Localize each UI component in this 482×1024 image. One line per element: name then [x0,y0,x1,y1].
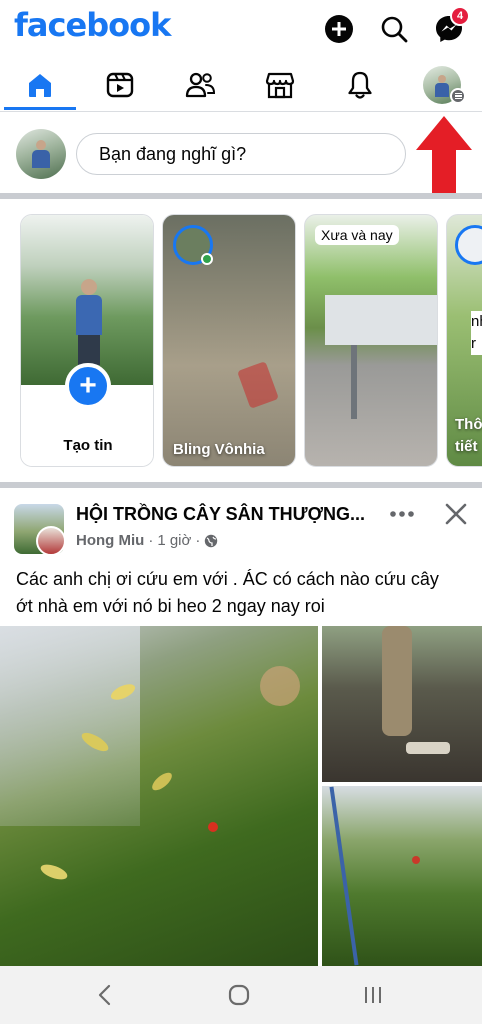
tab-home[interactable] [4,60,76,110]
post-text: Các anh chị ơi cứu em với . ÁC có cách n… [16,569,439,616]
tab-video[interactable] [84,60,156,110]
user-avatar[interactable] [16,129,66,179]
system-nav-bar [0,966,482,1024]
top-bar: facebook 4 [0,0,482,58]
tab-friends[interactable] [164,60,236,110]
section-divider [0,193,482,199]
post-meta: Hong Miu · 1 giờ · [76,532,218,549]
more-options-icon[interactable] [388,508,416,520]
friends-icon [185,72,216,98]
bell-icon [348,71,372,99]
story-card[interactable]: Xưa và nay [304,214,438,467]
facebook-logo[interactable]: facebook [14,6,171,44]
meta-separator: · [148,532,154,549]
messenger-badge: 4 [450,6,470,26]
story-side-text: nh r [471,311,482,355]
post-photo[interactable] [322,626,482,782]
close-icon[interactable] [444,502,468,526]
story-author-name: Bling Vônhia [173,441,265,458]
tab-marketplace[interactable] [244,60,316,110]
recents-icon [365,987,381,1003]
feed-post: HỘI TRỒNG CÂY SÂN THƯỢNG... Hong Miu · 1… [0,488,482,966]
post-photo[interactable] [322,786,482,966]
recents-button[interactable] [358,982,388,1008]
nav-tabs [0,60,482,112]
home-circle-icon [228,984,250,1006]
story-text-label: Xưa và nay [315,225,399,245]
post-author[interactable]: Hong Miu [76,532,144,549]
create-story-card[interactable]: + Tạo tin [20,214,154,467]
red-arrow-annotation [416,116,472,194]
plus-icon [325,15,353,43]
author-avatar[interactable] [36,526,66,556]
create-story-photo [21,215,153,385]
add-story-icon: + [65,363,111,409]
search-button[interactable] [377,12,411,46]
home-button[interactable] [224,982,254,1008]
tab-notifications[interactable] [324,60,396,110]
video-icon [106,72,134,98]
active-tab-indicator [4,107,76,110]
messenger-button[interactable]: 4 [432,6,470,46]
stories-tray: + Tạo tin Bling Vônhia Xưa và nay nh r T… [0,200,482,482]
online-indicator [201,253,213,265]
home-icon [29,74,51,97]
story-card[interactable]: Bling Vônhia [162,214,296,467]
story-author-avatar [455,225,482,265]
group-name[interactable]: HỘI TRỒNG CÂY SÂN THƯỢNG... [76,504,365,525]
marketplace-icon [265,72,295,99]
create-story-label: Tạo tin [63,437,113,454]
post-photo[interactable] [0,626,318,966]
back-icon [98,984,111,1006]
search-icon [381,16,408,43]
story-card[interactable]: nh r Thô tiết [446,214,482,467]
globe-icon [205,534,218,547]
meta-separator: · [195,532,201,549]
post-composer: Bạn đang nghĩ gì? [0,113,482,195]
back-button[interactable] [90,982,120,1008]
post-time[interactable]: 1 giờ [157,532,191,549]
tab-profile-menu[interactable] [406,60,478,110]
create-button[interactable] [322,12,356,46]
menu-icon [450,88,466,104]
story-author-name: Thô tiết [455,416,482,455]
post-photos [0,626,482,966]
composer-input[interactable]: Bạn đang nghĩ gì? [76,133,406,175]
